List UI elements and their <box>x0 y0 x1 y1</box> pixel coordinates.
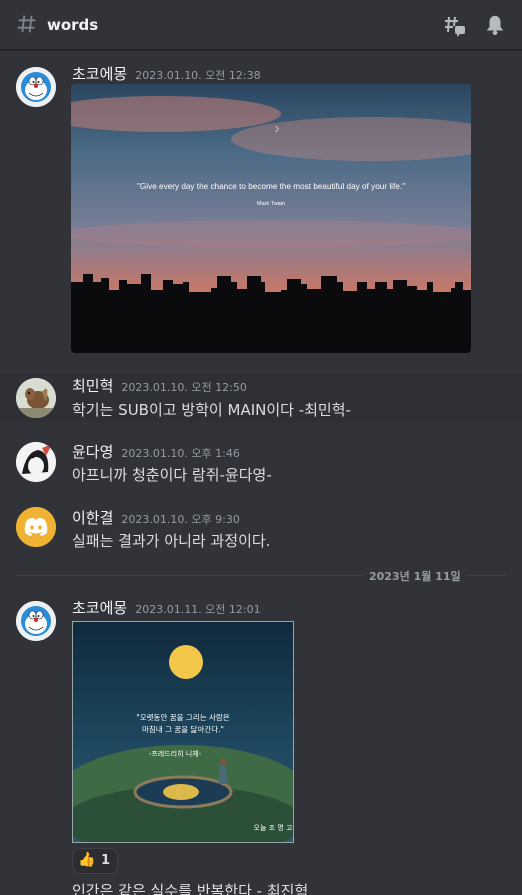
timestamp: 2023.01.10. 오후 9:30 <box>121 513 240 526</box>
hashtag-icon <box>17 15 36 33</box>
message-header: 이한결 2023.01.10. 오후 9:30 <box>72 507 240 528</box>
channel-name: words <box>47 16 99 34</box>
message: 이한결 2023.01.10. 오후 9:30 실패는 결과가 아니라 과정이다. <box>0 503 522 557</box>
avatar[interactable] <box>16 507 56 547</box>
doraemon-avatar-icon <box>16 601 56 641</box>
notification-bell-icon[interactable] <box>484 14 506 36</box>
timestamp: 2023.01.11. 오전 12:01 <box>135 603 261 616</box>
thumbs-up-icon: 👍 <box>78 852 96 868</box>
image-quote-author: -프레드리히 니체- <box>149 749 202 758</box>
author-name[interactable]: 초코에몽 <box>72 65 127 83</box>
image-logo: 오늘 조 명 고 <box>254 823 293 832</box>
timestamp: 2023.01.10. 오후 1:46 <box>121 447 240 460</box>
avatar[interactable] <box>16 378 56 418</box>
message-content: 실패는 결과가 아니라 과정이다. <box>72 532 271 550</box>
image-attachment[interactable]: "오랫동안 꿈을 그리는 사람은 마침내 그 꿈을 닮아간다." -프레드리히 … <box>72 621 294 843</box>
message-content: 인간은 같은 실수를 반복한다 - 최진혁 <box>72 882 309 895</box>
message: 초코에몽 2023.01.10. 오전 12:38 ☽ "Give every … <box>0 51 522 371</box>
image-quote-line1: "오랫동안 꿈을 그리는 사람은 <box>136 712 230 722</box>
doraemon-avatar-icon <box>16 67 56 107</box>
message-list[interactable]: 초코에몽 2023.01.10. 오전 12:38 ☽ "Give every … <box>0 51 522 895</box>
author-name[interactable]: 초코에몽 <box>72 599 127 617</box>
image-quote-author: Mark Twain <box>257 201 285 207</box>
image-attachment[interactable]: ☽ "Give every day the chance to become t… <box>71 84 471 353</box>
moon-quote-image: "오랫동안 꿈을 그리는 사람은 마침내 그 꿈을 닮아간다." -프레드리히 … <box>73 622 293 842</box>
squirrel-avatar-icon <box>16 378 56 418</box>
author-name[interactable]: 윤다영 <box>72 443 113 461</box>
timestamp: 2023.01.10. 오전 12:50 <box>121 381 247 394</box>
date-divider: 2023년 1월 11일 <box>363 568 467 584</box>
message-content: 학기는 SUB이고 방학이 MAIN이다 -최민혁- <box>72 401 351 419</box>
sunset-quote-image: ☽ "Give every day the chance to become t… <box>71 84 471 353</box>
message-header: 윤다영 2023.01.10. 오후 1:46 <box>72 441 240 462</box>
threads-icon[interactable] <box>443 14 467 38</box>
timestamp: 2023.01.10. 오전 12:38 <box>135 69 261 82</box>
author-name[interactable]: 이한결 <box>72 509 113 527</box>
svg-text:☽: ☽ <box>272 125 279 134</box>
channel-header: words <box>0 0 522 50</box>
image-quote-text: "Give every day the chance to become the… <box>137 182 405 191</box>
penguin-avatar-icon <box>16 442 56 482</box>
reaction-thumbs-up[interactable]: 👍 1 <box>72 848 118 874</box>
message-header: 최민혁 2023.01.10. 오전 12:50 <box>72 375 247 396</box>
avatar[interactable] <box>16 67 56 107</box>
message-header: 초코에몽 2023.01.10. 오전 12:38 <box>72 63 261 84</box>
message-header: 초코에몽 2023.01.11. 오전 12:01 <box>72 597 261 618</box>
message: 최민혁 2023.01.10. 오전 12:50 학기는 SUB이고 방학이 MA… <box>0 373 522 423</box>
discord-logo-icon <box>16 507 56 547</box>
message-content: 아프니까 청춘이다 람쥐-윤다영- <box>72 466 272 484</box>
avatar[interactable] <box>16 601 56 641</box>
image-quote-line2: 마침내 그 꿈을 닮아간다." <box>142 724 224 734</box>
author-name[interactable]: 최민혁 <box>72 377 113 395</box>
message: 윤다영 2023.01.10. 오후 1:46 아프니까 청춘이다 람쥐-윤다영- <box>0 437 522 491</box>
avatar[interactable] <box>16 442 56 482</box>
reaction-count: 1 <box>101 853 111 868</box>
